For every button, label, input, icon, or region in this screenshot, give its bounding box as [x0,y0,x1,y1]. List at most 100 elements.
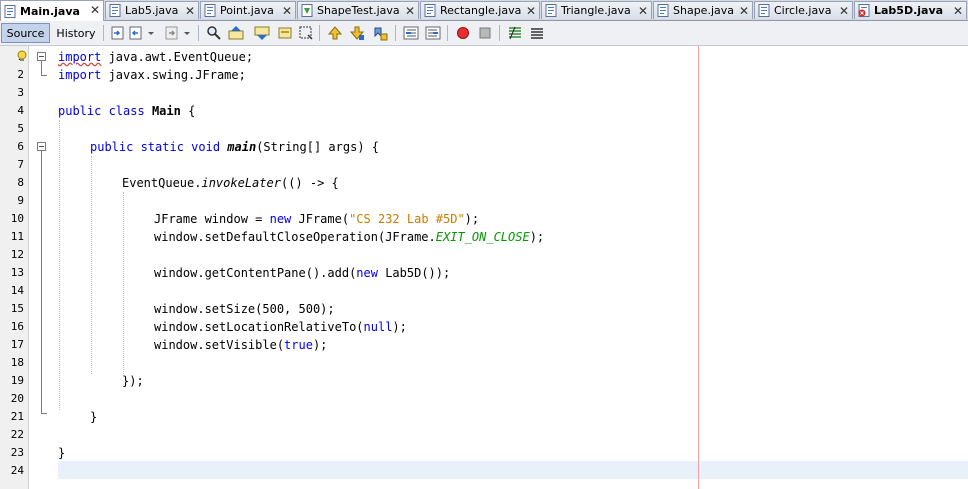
forward-icon[interactable] [164,25,180,41]
uncomment-icon[interactable] [529,25,545,41]
line-number: 16 [10,320,24,333]
comment-icon[interactable] [507,25,523,41]
line-number: 19 [10,374,24,387]
line-number: 14 [10,284,24,297]
code-line-15: window.setSize(500, 500); [154,302,335,316]
line-number: 15 [10,302,24,315]
toggle-highlight-icon[interactable] [277,25,293,41]
close-tab-icon[interactable]: ✕ [638,4,648,18]
stop-macro-recording-icon[interactable] [477,25,493,41]
line-number: 11 [10,230,24,243]
java-file-icon [758,4,770,17]
code-line-8: EventQueue.invokeLater(() -> { [122,176,339,190]
tab-triangle-java[interactable]: Triangle.java ✕ [541,1,652,19]
tab-shapetest-java[interactable]: ShapeTest.java ✕ [297,1,419,19]
java-file-icon [4,4,16,18]
line-number: 8 [17,176,24,189]
shift-line-right-icon[interactable] [425,25,441,41]
fold-guide [41,151,42,413]
find-previous-icon[interactable] [228,25,244,41]
line-number: 13 [10,266,24,279]
code-line-13: window.getContentPane().add(new Lab5D())… [154,266,451,280]
tab-lab5-java[interactable]: Lab5.java ✕ [105,1,199,19]
close-tab-icon[interactable]: ✕ [739,4,749,18]
fold-guide [41,61,42,75]
java-file-icon [424,4,436,17]
code-line-2: import javax.swing.JFrame; [58,68,246,82]
close-tab-icon[interactable]: ✕ [953,4,963,18]
tab-point-java[interactable]: Point.java ✕ [200,1,296,19]
editor-tab-bar: Main.java ✕ Lab5.java ✕ Point.java ✕ Sha… [0,0,968,21]
close-tab-icon[interactable]: ✕ [839,4,849,18]
code-line-11: window.setDefaultCloseOperation(JFrame.E… [154,230,545,244]
line-number: 5 [17,122,24,135]
history-view-button[interactable]: History [53,23,99,43]
java-file-error-icon [858,4,870,17]
line-number: 2 [17,68,24,81]
code-editor[interactable]: import java.awt.EventQueue; import javax… [58,46,958,489]
code-line-10: JFrame window = new JFrame("CS 232 Lab #… [154,212,480,226]
line-number: 24 [10,464,24,477]
close-tab-icon[interactable]: ✕ [526,4,536,18]
line-number: 17 [10,338,24,351]
close-tab-icon[interactable]: ✕ [282,4,292,18]
last-edit-icon[interactable] [110,25,126,41]
code-line-1: import java.awt.EventQueue; [58,50,254,64]
tab-label: Point.java [220,4,274,17]
code-folding-column [29,46,49,489]
line-number: 4 [17,104,24,117]
shift-line-left-icon[interactable] [403,25,419,41]
java-file-icon [204,4,216,17]
line-number: 12 [10,248,24,261]
tab-label: Shape.java [673,4,734,17]
previous-bookmark-icon[interactable] [327,25,343,41]
fold-guide [41,413,47,414]
toggle-bookmark-icon[interactable] [372,25,388,41]
tab-main-java[interactable]: Main.java ✕ [0,0,104,21]
back-dropdown-icon[interactable] [146,25,156,41]
tab-shape-java[interactable]: Shape.java ✕ [653,1,753,19]
java-main-class-icon [301,4,313,17]
tab-label: Triangle.java [561,4,631,17]
source-view-button[interactable]: Source [1,23,50,43]
line-number: 7 [17,158,24,171]
toolbar-separator [395,25,396,41]
java-file-icon [545,4,557,17]
rectangular-selection-icon[interactable] [298,25,314,41]
hint-bulb-icon[interactable] [16,50,28,62]
line-number: 3 [17,86,24,99]
code-line-6: public static void main(String[] args) { [90,140,380,154]
line-number: 21 [10,410,24,423]
fold-toggle-icon[interactable] [37,142,46,151]
close-tab-icon[interactable]: ✕ [185,4,195,18]
code-line-16: window.setLocationRelativeTo(null); [154,320,407,334]
toolbar-separator [499,25,500,41]
tab-label: Rectangle.java [440,4,522,17]
tab-lab5d-java[interactable]: Lab5D.java ✕ [854,1,967,19]
close-tab-icon[interactable]: ✕ [90,3,100,17]
find-selection-icon[interactable] [206,25,222,41]
code-line-19: }); [122,374,144,388]
start-macro-recording-icon[interactable] [455,25,471,41]
editor-toolbar: Source History [0,21,968,46]
close-tab-icon[interactable]: ✕ [405,4,415,18]
tab-label: ShapeTest.java [317,4,400,17]
line-number: 6 [17,140,24,153]
next-bookmark-icon[interactable] [349,25,365,41]
toolbar-separator [198,25,199,41]
tab-rectangle-java[interactable]: Rectangle.java ✕ [420,1,540,19]
code-line-17: window.setVisible(true); [154,338,328,352]
line-number-gutter[interactable]: 1 2 3 4 5 6 7 8 9 10 11 12 13 14 15 16 1… [0,46,29,489]
tab-label: Lab5.java [125,4,179,17]
forward-dropdown-icon[interactable] [182,25,192,41]
back-icon[interactable] [128,25,144,41]
find-next-icon[interactable] [254,25,270,41]
code-line-4: public class Main { [58,104,196,118]
line-number: 9 [17,194,24,207]
fold-toggle-icon[interactable] [37,52,46,61]
tab-label: Main.java [20,4,80,18]
java-file-icon [657,4,669,17]
toolbar-separator [319,25,320,41]
toolbar-separator [103,25,104,41]
tab-circle-java[interactable]: Circle.java ✕ [754,1,853,19]
